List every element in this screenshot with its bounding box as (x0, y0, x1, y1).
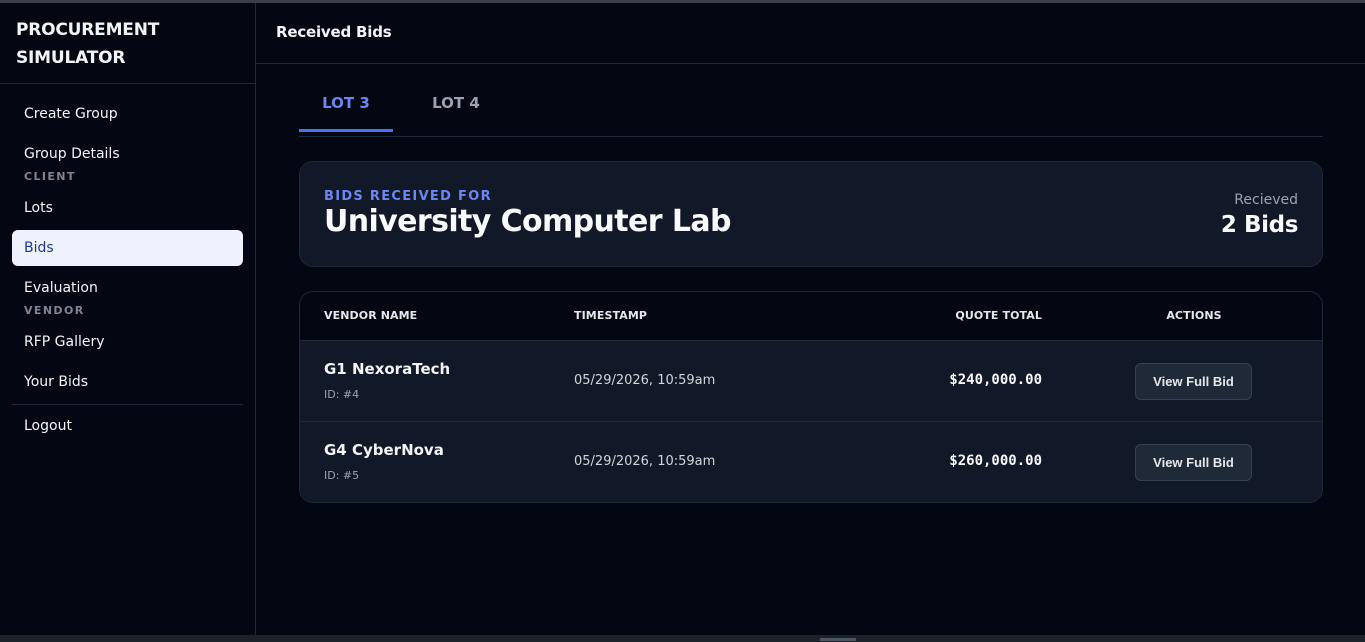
quote-total: $240,000.00 (949, 372, 1042, 388)
taskbar-indicator (820, 638, 856, 641)
quote-total: $260,000.00 (949, 453, 1042, 469)
bids-table: VENDOR NAME TIMESTAMP QUOTE TOTAL ACTION… (299, 291, 1323, 503)
sidebar-item-your-bids[interactable]: Your Bids (12, 364, 243, 400)
sidebar-item-lots[interactable]: Lots (12, 190, 243, 226)
app-title-line1: PROCUREMENT (16, 20, 160, 40)
app-title-line2: SIMULATOR (16, 48, 126, 68)
sidebar-item-bids[interactable]: Bids (12, 230, 243, 266)
sidebar-nav: Create Group Group Details CLIENT Lots B… (0, 84, 255, 444)
table-row: G4 CyberNova ID: #5 05/29/2026, 10:59am … (300, 422, 1322, 502)
bid-timestamp: 05/29/2026, 10:59am (574, 373, 716, 388)
column-header-timestamp: TIMESTAMP (574, 309, 648, 322)
vendor-name: G1 NexoraTech (324, 360, 451, 378)
bid-count: 2 Bids (1220, 212, 1299, 238)
sidebar-divider (12, 404, 243, 405)
lot-tabs: LOT 3 LOT 4 (299, 64, 1323, 137)
window-bottom-bar (0, 635, 1365, 642)
vendor-id: ID: #4 (324, 388, 360, 401)
view-full-bid-button[interactable]: View Full Bid (1135, 444, 1252, 481)
sidebar-section-vendor: VENDOR (24, 304, 85, 317)
view-full-bid-button[interactable]: View Full Bid (1135, 363, 1252, 400)
bid-timestamp: 05/29/2026, 10:59am (574, 454, 716, 469)
tab-lot-3[interactable]: LOT 3 (299, 64, 393, 132)
logout-button[interactable]: Logout (12, 408, 243, 444)
sidebar: PROCUREMENT SIMULATOR Create Group Group… (0, 3, 256, 635)
sidebar-item-rfp-gallery[interactable]: RFP Gallery (12, 324, 243, 360)
column-header-quote: QUOTE TOTAL (955, 309, 1042, 322)
sidebar-item-evaluation[interactable]: Evaluation (12, 270, 243, 306)
column-header-actions: ACTIONS (1166, 309, 1222, 322)
lot-name: University Computer Lab (324, 204, 731, 239)
vendor-id: ID: #5 (324, 469, 360, 482)
tab-lot-4[interactable]: LOT 4 (409, 64, 503, 132)
vendor-name: G4 CyberNova (324, 441, 444, 459)
page-title: Received Bids (256, 3, 1365, 64)
sidebar-item-create-group[interactable]: Create Group (12, 96, 243, 132)
table-header: VENDOR NAME TIMESTAMP QUOTE TOTAL ACTION… (300, 292, 1322, 341)
bid-count-label: Recieved (1234, 192, 1298, 208)
app-title: PROCUREMENT SIMULATOR (0, 3, 255, 84)
main-content: Received Bids LOT 3 LOT 4 BIDS RECEIVED … (256, 3, 1365, 635)
table-row: G1 NexoraTech ID: #4 05/29/2026, 10:59am… (300, 341, 1322, 422)
column-header-vendor: VENDOR NAME (324, 309, 418, 322)
bids-summary-card: BIDS RECEIVED FOR University Computer La… (299, 161, 1323, 267)
sidebar-section-client: CLIENT (24, 170, 76, 183)
sidebar-item-group-details[interactable]: Group Details (12, 136, 243, 172)
summary-kicker: BIDS RECEIVED FOR (324, 189, 492, 204)
